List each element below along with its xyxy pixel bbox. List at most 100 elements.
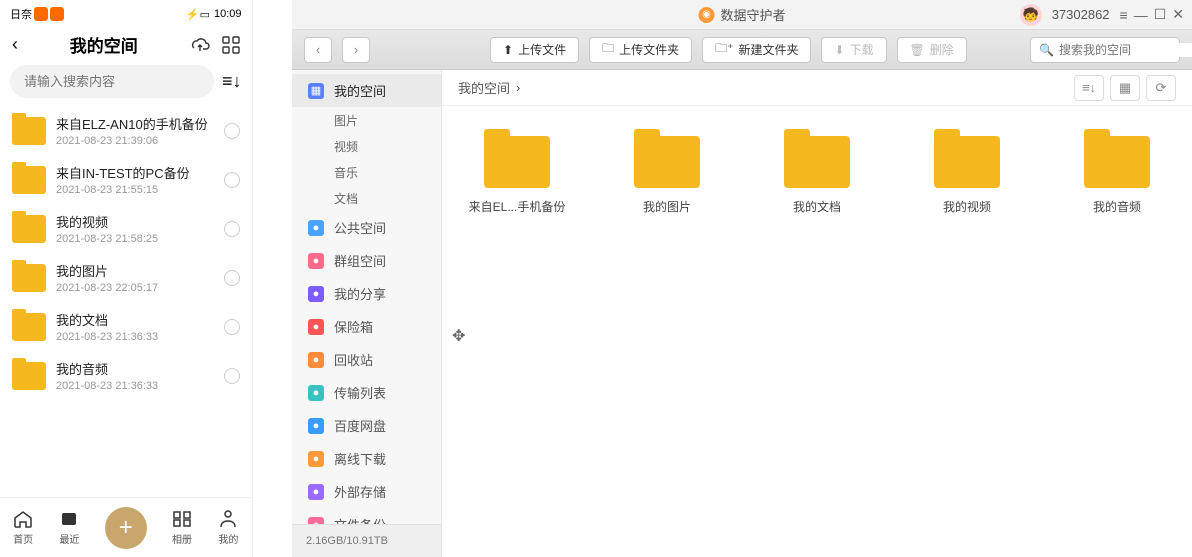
select-radio[interactable] — [224, 172, 240, 188]
sidebar-item-label: 离线下载 — [334, 449, 386, 468]
item-name: 来自IN-TEST的PC备份 — [56, 163, 214, 182]
upload-folder-button[interactable]: 🗀上传文件夹 — [589, 37, 692, 63]
status-time: 10:09 — [214, 8, 242, 20]
grid-folder[interactable]: 我的文档 — [762, 136, 872, 215]
refresh-button[interactable]: ⟳ — [1146, 75, 1176, 101]
sidebar-my-space[interactable]: ▦ 我的空间 — [292, 74, 441, 107]
folder-plus-icon: 🗀⁺ — [715, 39, 733, 60]
back-icon[interactable]: ‹ — [12, 34, 18, 55]
trash-icon: 🗑 — [910, 43, 925, 57]
list-item[interactable]: 我的音频2021-08-23 21:36:33 — [0, 351, 252, 400]
select-radio[interactable] — [224, 319, 240, 335]
select-radio[interactable] — [224, 368, 240, 384]
panel-gap — [253, 0, 292, 557]
grid-folder[interactable]: 来自EL...手机备份 — [462, 136, 572, 215]
sidebar-item-label: 群组空间 — [334, 251, 386, 270]
sidebar-item[interactable]: ●外部存储 — [292, 475, 441, 508]
fab-add-button[interactable]: + — [105, 507, 147, 549]
sidebar-item-label: 外部存储 — [334, 482, 386, 501]
folder-icon — [1084, 136, 1150, 188]
sidebar-item[interactable]: ●回收站 — [292, 343, 441, 376]
nav-recent[interactable]: 最近 — [58, 509, 80, 546]
select-radio[interactable] — [224, 123, 240, 139]
grid-folder[interactable]: 我的音频 — [1062, 136, 1172, 215]
menu-icon[interactable]: ≡ — [1120, 7, 1128, 23]
sidebar-item[interactable]: ●离线下载 — [292, 442, 441, 475]
sidebar-item-icon: ● — [308, 418, 324, 434]
app-logo-icon: ◉ — [698, 7, 714, 23]
folder-icon — [12, 166, 46, 194]
sort-button[interactable]: ≡↓ — [1074, 75, 1104, 101]
window-minimize-icon[interactable]: — — [1134, 7, 1148, 23]
user-id[interactable]: 37302862 — [1052, 7, 1110, 22]
user-avatar[interactable]: 🧒 — [1020, 4, 1042, 26]
cloud-upload-icon[interactable] — [190, 36, 210, 54]
mobile-bottom-nav: 首页 最近 + 相册 我的 — [0, 497, 252, 557]
sidebar-sub-item[interactable]: 音乐 — [292, 159, 441, 185]
search-icon: 🔍 — [1039, 43, 1054, 57]
item-name: 我的图片 — [56, 261, 214, 280]
move-cursor-icon: ✥ — [452, 326, 465, 346]
mobile-header: ‹ 我的空间 — [0, 24, 252, 65]
grid-icon[interactable] — [222, 36, 240, 54]
grid-folder[interactable]: 我的视频 — [912, 136, 1022, 215]
sidebar-item-icon: ● — [308, 319, 324, 335]
sidebar-item-icon: ● — [308, 220, 324, 236]
desktop-panel: ◉ 数据守护者 🧒 37302862 ≡ — ☐ ✕ ‹ › ⬆上传文件 🗀上传… — [292, 0, 1192, 557]
window-maximize-icon[interactable]: ☐ — [1154, 6, 1167, 23]
nav-album[interactable]: 相册 — [171, 509, 193, 546]
sidebar-item[interactable]: ●百度网盘 — [292, 409, 441, 442]
list-item[interactable]: 我的文档 2021-08-23 21:36:33 — [0, 302, 252, 351]
folder-name: 我的文档 — [793, 198, 841, 215]
folder-name: 我的音频 — [1093, 198, 1141, 215]
sidebar-sub-item[interactable]: 图片 — [292, 107, 441, 133]
view-grid-button[interactable]: ▦ — [1110, 75, 1140, 101]
sidebar-sub-item[interactable]: 文档 — [292, 185, 441, 211]
item-name: 来自ELZ-AN10的手机备份 — [56, 114, 214, 133]
sidebar-item-label: 公共空间 — [334, 218, 386, 237]
folder-grid: ✥ 来自EL...手机备份我的图片 我的文档 我的视频我的音频 — [442, 106, 1192, 557]
mobile-search-input[interactable] — [10, 65, 214, 98]
folder-icon — [484, 136, 550, 188]
status-icon-1 — [34, 7, 48, 21]
sidebar-item[interactable]: ●传输列表 — [292, 376, 441, 409]
download-button[interactable]: ⬇下载 — [821, 37, 886, 63]
new-folder-button[interactable]: 🗀⁺新建文件夹 — [702, 37, 811, 63]
sidebar-item-label: 保险箱 — [334, 317, 373, 336]
sidebar-item-label: 我的分享 — [334, 284, 386, 303]
item-date: 2021-08-23 21:36:33 — [56, 331, 214, 343]
sort-icon[interactable]: ≡↓ — [222, 71, 242, 92]
list-item[interactable]: 来自IN-TEST的PC备份2021-08-23 21:55:15 — [0, 155, 252, 204]
desktop-search-input[interactable] — [1059, 43, 1192, 57]
sidebar-item[interactable]: ●我的分享 — [292, 277, 441, 310]
delete-button[interactable]: 🗑删除 — [897, 37, 967, 63]
nav-forward-button[interactable]: › — [342, 37, 370, 63]
desktop-main: 我的空间› ≡↓ ▦ ⟳ ✥ 来自EL...手机备份我的图片我的文档我的视频我的… — [442, 70, 1192, 557]
nav-mine[interactable]: 我的 — [217, 509, 239, 546]
list-item[interactable]: 来自ELZ-AN10的手机备份2021-08-23 21:39:06 — [0, 106, 252, 155]
nav-back-button[interactable]: ‹ — [304, 37, 332, 63]
sidebar-item[interactable]: ●群组空间 — [292, 244, 441, 277]
sidebar-item[interactable]: ● 公共空间 — [292, 211, 441, 244]
sidebar-sub-item[interactable]: 视频 — [292, 133, 441, 159]
upload-file-button[interactable]: ⬆上传文件 — [490, 37, 579, 63]
sidebar-item-label: 回收站 — [334, 350, 373, 369]
list-item[interactable]: 我的图片2021-08-23 22:05:17 — [0, 253, 252, 302]
item-name: 我的文档 — [56, 310, 214, 329]
folder-icon — [12, 362, 46, 390]
folder-icon — [12, 215, 46, 243]
folder-name: 我的图片 — [643, 198, 691, 215]
sidebar-item-icon: ● — [308, 385, 324, 401]
nav-home[interactable]: 首页 — [12, 509, 34, 546]
folder-icon — [12, 264, 46, 292]
select-radio[interactable] — [224, 221, 240, 237]
sidebar-item[interactable]: ●文件备份 — [292, 508, 441, 524]
desktop-search[interactable]: 🔍 — [1030, 37, 1180, 63]
grid-folder[interactable]: 我的图片 — [612, 136, 722, 215]
select-radio[interactable] — [224, 270, 240, 286]
list-item[interactable]: 我的视频2021-08-23 21:58:25 — [0, 204, 252, 253]
breadcrumb[interactable]: 我的空间 — [458, 78, 510, 97]
window-close-icon[interactable]: ✕ — [1172, 6, 1184, 23]
sidebar-item[interactable]: ● 保险箱 — [292, 310, 441, 343]
folder-icon — [634, 136, 700, 188]
